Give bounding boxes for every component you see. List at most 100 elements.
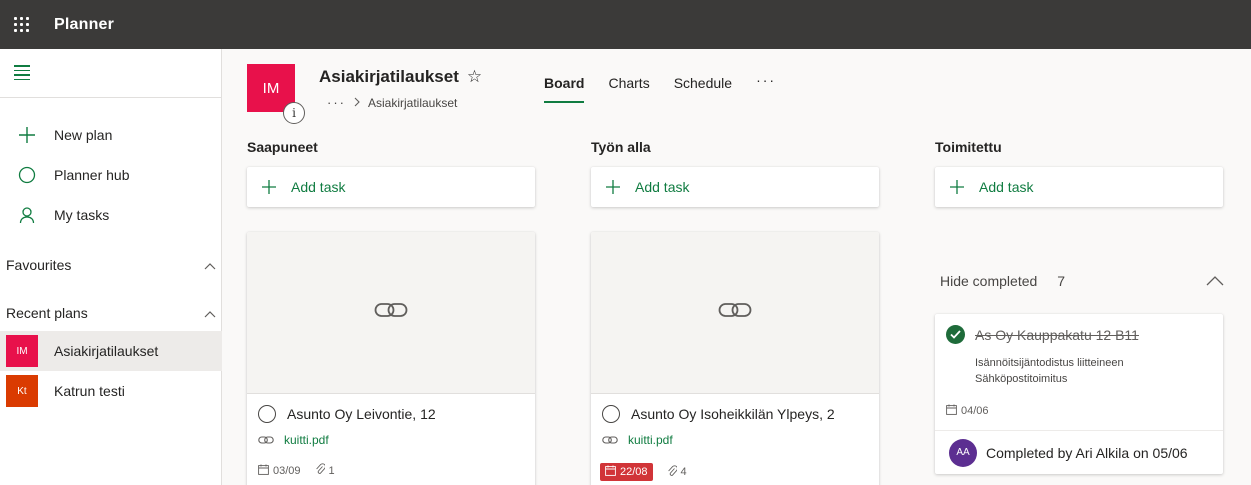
sidebar-item-label: New plan: [54, 127, 113, 143]
info-icon[interactable]: i: [283, 102, 305, 124]
divider: [0, 97, 222, 98]
attachment-link[interactable]: kuitti.pdf: [258, 433, 524, 447]
task-title: Asunto Oy Leivontie, 12: [287, 406, 436, 422]
paperclip-icon: [667, 464, 678, 480]
breadcrumb-current[interactable]: Asiakirjatilaukset: [368, 96, 457, 110]
bucket-toimitettu: Toimitettu Add task: [935, 139, 1223, 207]
complete-task-checkbox[interactable]: [602, 405, 620, 423]
attachment-count: 4: [680, 466, 687, 478]
task-card[interactable]: Asunto Oy Isoheikkilän Ylpeys, 2 kuitti.…: [591, 232, 879, 485]
star-favourite-icon[interactable]: ☆: [467, 67, 482, 87]
bucket-saapuneet: Saapuneet Add task: [247, 139, 535, 207]
complete-task-checkbox[interactable]: [258, 405, 276, 423]
link-preview: [247, 232, 535, 394]
recent-plans-section-header[interactable]: Recent plans: [6, 305, 216, 321]
hide-completed-label: Hide completed: [940, 273, 1038, 289]
plan-tile: IM: [6, 335, 38, 367]
hide-completed-toggle[interactable]: Hide completed 7: [940, 273, 1224, 289]
task-note-line: Sähköpostitoimitus: [975, 373, 1068, 385]
favourites-label: Favourites: [6, 257, 72, 273]
completed-task-card[interactable]: As Oy Kauppakatu 12 B11 Isännöitsijäntod…: [935, 314, 1223, 474]
bucket-title[interactable]: Saapuneet: [247, 139, 535, 155]
plus-icon: [0, 126, 54, 144]
breadcrumb: ··· Asiakirjatilaukset: [327, 95, 457, 110]
task-note-line: Isännöitsijäntodistus liitteineen: [975, 357, 1124, 369]
due-date: 03/09: [273, 464, 301, 477]
completed-by-row: AA Completed by Ari Alkila on 05/06: [935, 430, 1223, 474]
task-card[interactable]: Asunto Oy Leivontie, 12 kuitti.pdf 03/09: [247, 232, 535, 485]
attachment-count-badge: 4: [667, 464, 687, 480]
attachment-name: kuitti.pdf: [628, 433, 673, 447]
sidebar-item-my-tasks[interactable]: My tasks: [0, 195, 222, 235]
attachment-link[interactable]: kuitti.pdf: [602, 433, 868, 447]
bucket-tyon-alla: Työn alla Add task: [591, 139, 879, 207]
chevron-up-icon: [204, 257, 216, 273]
link-preview: [591, 232, 879, 394]
bucket-title[interactable]: Työn alla: [591, 139, 879, 155]
app-launcher-icon[interactable]: [0, 0, 42, 49]
avatar[interactable]: AA: [949, 438, 977, 467]
plan-title-text: Asiakirjatilaukset: [319, 67, 459, 86]
task-title: Asunto Oy Isoheikkilän Ylpeys, 2: [631, 406, 835, 422]
due-date: 22/08: [620, 466, 648, 478]
chevron-up-icon: [1206, 273, 1224, 289]
recent-plan-label: Asiakirjatilaukset: [54, 343, 159, 359]
paperclip-icon: [315, 463, 326, 478]
tab-charts[interactable]: Charts: [608, 69, 649, 97]
add-task-label: Add task: [979, 179, 1034, 195]
task-notes: Isännöitsijäntodistus liitteineen Sähköp…: [935, 344, 1223, 387]
chevron-right-icon: [354, 96, 360, 110]
link-icon: [374, 299, 408, 326]
plus-icon: [935, 179, 979, 195]
due-date-badge: 03/09: [258, 464, 301, 478]
person-icon: [0, 206, 54, 224]
sidebar-item-label: Planner hub: [54, 167, 130, 183]
chevron-up-icon: [204, 305, 216, 321]
completed-by-text: Completed by Ari Alkila on 05/06: [986, 444, 1188, 461]
task-title: As Oy Kauppakatu 12 B11: [975, 326, 1139, 343]
favourites-section-header[interactable]: Favourites: [6, 257, 216, 273]
main-board: IM i Asiakirjatilaukset ☆ ··· Asiakirjat…: [223, 49, 1251, 485]
link-icon: [602, 435, 618, 446]
app-name[interactable]: Planner: [54, 16, 114, 34]
recent-plans-label: Recent plans: [6, 305, 88, 321]
sidebar-item-planner-hub[interactable]: Planner hub: [0, 155, 222, 195]
plus-icon: [247, 179, 291, 195]
add-task-button[interactable]: Add task: [935, 167, 1223, 207]
recent-plan-katrun-testi[interactable]: Kt Katrun testi: [0, 371, 222, 411]
completed-check-icon[interactable]: [946, 325, 965, 344]
sidebar-item-new-plan[interactable]: New plan: [0, 115, 222, 155]
recent-plan-label: Katrun testi: [54, 383, 125, 399]
add-task-label: Add task: [635, 179, 690, 195]
plus-icon: [591, 179, 635, 195]
bucket-title[interactable]: Toimitettu: [935, 139, 1223, 155]
link-icon: [258, 435, 274, 446]
add-task-button[interactable]: Add task: [591, 167, 879, 207]
calendar-icon: [946, 404, 957, 418]
link-icon: [718, 299, 752, 326]
view-tabs: Board Charts Schedule ···: [544, 69, 776, 103]
add-task-label: Add task: [291, 179, 346, 195]
app-header: Planner: [0, 0, 1251, 49]
more-options-icon[interactable]: ···: [756, 72, 776, 88]
completed-count: 7: [1057, 273, 1066, 289]
attachment-count-badge: 1: [315, 463, 335, 478]
more-breadcrumbs-icon[interactable]: ···: [327, 95, 346, 110]
attachment-count: 1: [328, 464, 335, 477]
add-task-button[interactable]: Add task: [247, 167, 535, 207]
due-date: 04/06: [961, 405, 989, 417]
sidebar: New plan Planner hub My tasks Favourites…: [0, 49, 222, 485]
calendar-icon: [605, 465, 616, 479]
plan-tile: Kt: [6, 375, 38, 407]
calendar-icon: [258, 464, 269, 478]
page-title: Asiakirjatilaukset ☆: [319, 67, 482, 87]
recent-plan-asiakirjatilaukset[interactable]: IM Asiakirjatilaukset: [0, 331, 222, 371]
due-date-badge: 04/06: [935, 387, 1223, 418]
tab-schedule[interactable]: Schedule: [674, 69, 732, 97]
attachment-name: kuitti.pdf: [284, 433, 329, 447]
collapse-navigation-icon[interactable]: [14, 65, 30, 80]
due-date-badge-late: 22/08: [600, 463, 653, 481]
circle-icon: [0, 166, 54, 184]
sidebar-item-label: My tasks: [54, 207, 110, 223]
tab-board[interactable]: Board: [544, 69, 585, 103]
